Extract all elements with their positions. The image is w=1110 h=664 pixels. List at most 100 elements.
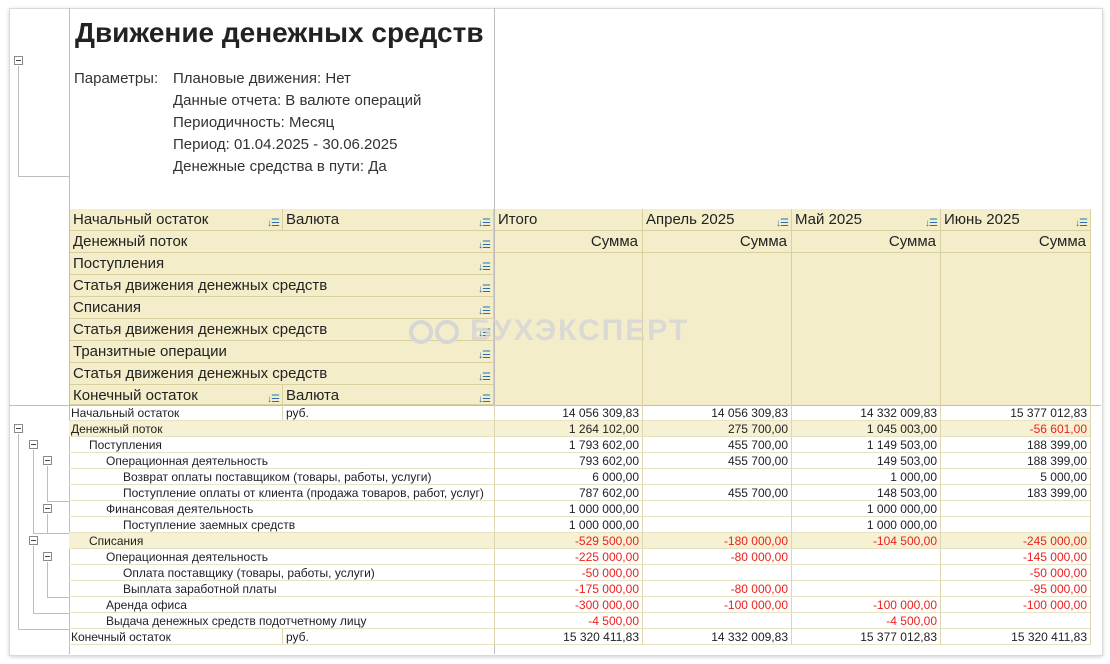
- params-collapse-toggle[interactable]: [14, 56, 23, 65]
- row-value: 15 377 012,83: [792, 629, 941, 645]
- row-value: 14 332 009,83: [792, 405, 941, 421]
- table-row[interactable]: Возврат оплаты поставщиком (товары, рабо…: [69, 469, 1091, 485]
- sort-icon[interactable]: ↓☰: [267, 213, 280, 230]
- row-currency: руб.: [283, 629, 495, 645]
- table-row[interactable]: Поступления 1 793 602,00 455 700,00 1 149 5…: [69, 437, 1091, 453]
- row-value: 1 000 000,00: [792, 501, 941, 517]
- tree-line: [47, 514, 48, 533]
- params-group-line-end: [18, 176, 69, 177]
- table-row[interactable]: Конечный остаток руб. 15 320 411,83 14 332 …: [69, 629, 1091, 645]
- watermark-logo-icon: [409, 320, 459, 344]
- table-row[interactable]: Операционная деятельность -225 000,00 -80 …: [69, 549, 1091, 565]
- row-value: [792, 549, 941, 565]
- row-value: -225 000,00: [495, 549, 643, 565]
- header-closing-currency[interactable]: Валюта ↓☰: [283, 385, 494, 405]
- table-row[interactable]: Оплата поставщику (товары, работы, услуг…: [69, 565, 1091, 581]
- row-value: 14 056 309,83: [643, 405, 792, 421]
- row-label: Операционная деятельность: [69, 549, 495, 565]
- row-value: [643, 613, 792, 629]
- row-value: -100 000,00: [792, 597, 941, 613]
- header-transit-item[interactable]: Статья движения денежных средств ↓☰: [70, 363, 494, 385]
- sort-icon[interactable]: ↓☰: [478, 257, 491, 274]
- params-label: Параметры:: [74, 70, 159, 87]
- row-value: 14 332 009,83: [643, 629, 792, 645]
- column-june[interactable]: Июнь 2025 ↓☰: [941, 209, 1091, 231]
- header-cash-flow[interactable]: Денежный поток ↓☰: [70, 231, 494, 253]
- header-receipts[interactable]: Поступления ↓☰: [70, 253, 494, 275]
- row-value: 455 700,00: [643, 485, 792, 501]
- header-closing-balance[interactable]: Конечный остаток ↓☰: [70, 385, 283, 405]
- column-april[interactable]: Апрель 2025 ↓☰: [643, 209, 792, 231]
- sort-icon[interactable]: ↓☰: [478, 367, 491, 384]
- sort-icon[interactable]: ↓☰: [478, 235, 491, 252]
- tree-line: [33, 613, 69, 614]
- table-row[interactable]: Аренда офиса -300 000,00 -100 000,00 -100 0…: [69, 597, 1091, 613]
- row-value: 14 056 309,83: [495, 405, 643, 421]
- sum-label-june: Сумма: [941, 231, 1091, 253]
- collapse-cash-flow-toggle[interactable]: [14, 424, 23, 433]
- row-value: 275 700,00: [643, 421, 792, 437]
- row-value: -50 000,00: [495, 565, 643, 581]
- row-value: 793 602,00: [495, 453, 643, 469]
- row-value: -4 500,00: [792, 613, 941, 629]
- row-value: -80 000,00: [643, 549, 792, 565]
- row-value: -100 000,00: [941, 597, 1091, 613]
- tree-line: [33, 533, 69, 534]
- table-row[interactable]: Списания -529 500,00 -180 000,00 -104 500,0…: [69, 533, 1091, 549]
- tree-line: [47, 466, 48, 501]
- column-fill: [941, 231, 1091, 405]
- table-row[interactable]: Начальный остаток руб. 14 056 309,83 14 056…: [69, 405, 1091, 421]
- tree-line: [47, 562, 48, 597]
- collapse-receipts-financial-toggle[interactable]: [43, 504, 52, 513]
- sort-icon[interactable]: ↓☰: [267, 389, 280, 404]
- header-currency[interactable]: Валюта ↓☰: [283, 209, 494, 231]
- sort-icon[interactable]: ↓☰: [925, 213, 938, 230]
- sort-icon[interactable]: ↓☰: [1075, 213, 1088, 230]
- sort-icon[interactable]: ↓☰: [478, 279, 491, 296]
- table-row[interactable]: Выплата заработной платы -175 000,00 -80 0…: [69, 581, 1091, 597]
- param-cash-in-transit: Денежные средства в пути: Да: [173, 158, 387, 175]
- row-value: 5 000,00: [941, 469, 1091, 485]
- row-value: -175 000,00: [495, 581, 643, 597]
- header-receipts-item[interactable]: Статья движения денежных средств ↓☰: [70, 275, 494, 297]
- row-label: Начальный остаток: [69, 405, 283, 421]
- row-value: [643, 501, 792, 517]
- table-row[interactable]: Поступление оплаты от клиента (продажа т…: [69, 485, 1091, 501]
- table-row[interactable]: Операционная деятельность 793 602,00 455 7…: [69, 453, 1091, 469]
- table-row[interactable]: Выдача денежных средств подотчетному лиц…: [69, 613, 1091, 629]
- sort-icon[interactable]: ↓☰: [478, 213, 491, 230]
- watermark-text: БУХЭКСПЕРТ: [470, 314, 690, 347]
- column-total[interactable]: Итого: [495, 209, 643, 231]
- row-value: 455 700,00: [643, 453, 792, 469]
- tree-line: [33, 450, 34, 533]
- tree-line: [33, 546, 34, 613]
- collapse-writeoffs-operating-toggle[interactable]: [43, 552, 52, 561]
- row-value: -180 000,00: [643, 533, 792, 549]
- params-group-line: [18, 66, 19, 176]
- row-label: Выдача денежных средств подотчетному лиц…: [69, 613, 495, 629]
- table-row[interactable]: Финансовая деятельность 1 000 000,00 1 000…: [69, 501, 1091, 517]
- sort-icon[interactable]: ↓☰: [776, 213, 789, 230]
- collapse-receipts-operating-toggle[interactable]: [43, 456, 52, 465]
- row-currency: руб.: [283, 405, 495, 421]
- param-report-data: Данные отчета: В валюте операций: [173, 92, 422, 109]
- collapse-writeoffs-toggle[interactable]: [29, 536, 38, 545]
- row-value: [643, 517, 792, 533]
- row-value: [941, 517, 1091, 533]
- column-may[interactable]: Май 2025 ↓☰: [792, 209, 941, 231]
- header-writeoffs[interactable]: Списания ↓☰: [70, 297, 494, 319]
- table-row[interactable]: Поступление заемных средств 1 000 000,00 1…: [69, 517, 1091, 533]
- header-opening-balance[interactable]: Начальный остаток ↓☰: [70, 209, 283, 231]
- row-value: 1 793 602,00: [495, 437, 643, 453]
- row-value: 1 149 503,00: [792, 437, 941, 453]
- row-value: 149 503,00: [792, 453, 941, 469]
- collapse-receipts-toggle[interactable]: [29, 440, 38, 449]
- row-value: 1 000 000,00: [495, 501, 643, 517]
- row-value: -50 000,00: [941, 565, 1091, 581]
- row-value: 787 602,00: [495, 485, 643, 501]
- sort-icon[interactable]: ↓☰: [478, 389, 491, 404]
- row-value: -100 000,00: [643, 597, 792, 613]
- tree-line: [18, 629, 69, 630]
- table-row[interactable]: Денежный поток 1 264 102,00 275 700,00 1 04…: [69, 421, 1091, 437]
- row-value: [941, 501, 1091, 517]
